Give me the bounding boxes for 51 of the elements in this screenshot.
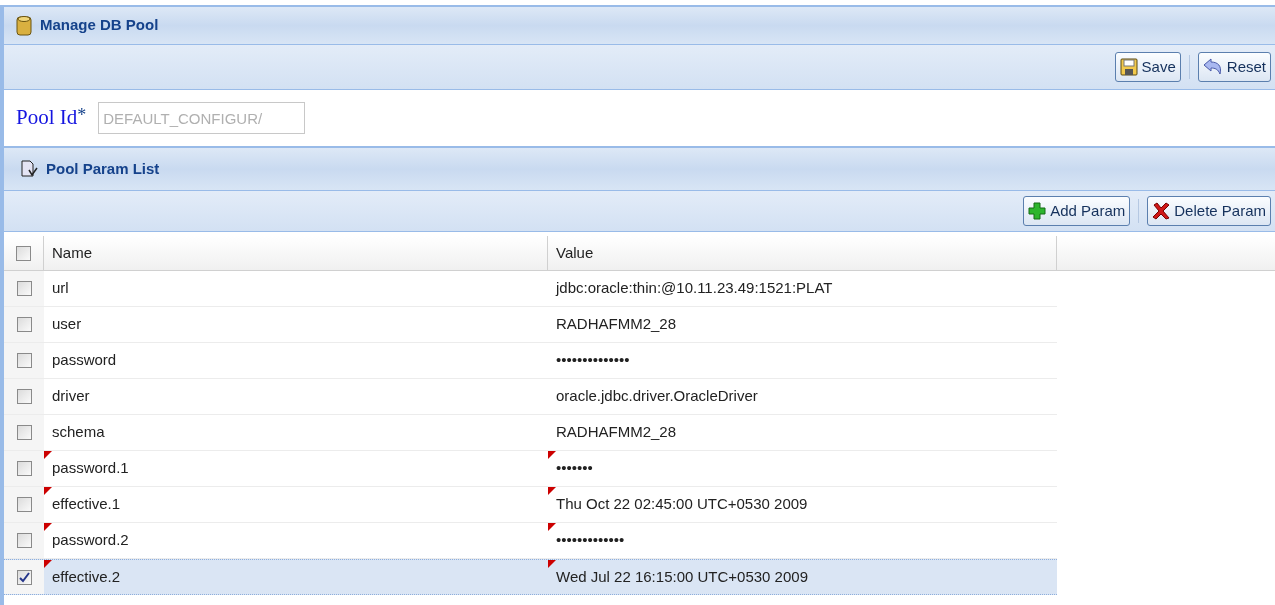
reset-button[interactable]: Reset	[1197, 52, 1271, 82]
section-title: Pool Param List	[46, 158, 160, 179]
table-row[interactable]: password.1 •••••••	[4, 451, 1057, 487]
name-cell-text: driver	[52, 386, 90, 407]
value-cell-text: ••••••••••••••	[556, 350, 630, 371]
pool-id-label: Pool Id*	[16, 104, 87, 132]
value-cell-text: jdbc:oracle:thin:@10.11.23.49:1521:PLAT	[556, 278, 833, 299]
table-row[interactable]: user RADHAFMM2_28	[4, 307, 1057, 343]
add-button[interactable]: Add Param	[1023, 196, 1131, 226]
table-row[interactable]: effective.2 Wed Jul 22 16:15:00 UTC+0530 2009	[4, 559, 1057, 595]
undo-arrow-icon	[1202, 58, 1223, 76]
name-cell-text: password.2	[52, 530, 129, 551]
document-arrow-icon	[20, 160, 38, 178]
table-row[interactable]: password.2 •••••••••••••	[4, 523, 1057, 559]
column-header[interactable]: Name	[44, 236, 548, 270]
cross-icon	[1152, 202, 1171, 220]
value-cell-text: RADHAFMM2_28	[556, 422, 677, 443]
table-row[interactable]: effective.1 Thu Oct 22 02:45:00 UTC+0530 2009	[4, 487, 1057, 523]
name-cell-text: effective.2	[52, 566, 121, 587]
row-checkbox[interactable]	[16, 245, 31, 261]
name-cell-text: schema	[52, 422, 105, 443]
row-checkbox[interactable]	[16, 317, 32, 332]
delete-button[interactable]: Delete Param	[1147, 196, 1271, 226]
row-checkbox[interactable]	[16, 281, 32, 296]
value-cell-text: RADHAFMM2_28	[556, 314, 677, 335]
row-checkbox[interactable]	[16, 461, 32, 476]
row-checkbox[interactable]	[16, 389, 32, 404]
value-cell-text: •••••••••••••	[556, 530, 625, 551]
plus-icon	[1028, 202, 1047, 220]
name-cell-text: effective.1	[52, 494, 121, 515]
value-cell-text: Wed Jul 22 16:15:00 UTC+0530 2009	[556, 566, 808, 587]
name-cell-text: user	[52, 314, 82, 335]
database-icon	[16, 14, 32, 37]
row-checkbox[interactable]	[16, 533, 32, 548]
value-cell-text: Thu Oct 22 02:45:00 UTC+0530 2009	[556, 494, 808, 515]
name-cell-text: url	[52, 278, 69, 299]
name-cell-text: password.1	[52, 458, 129, 479]
row-checkbox[interactable]	[16, 497, 32, 512]
row-checkbox[interactable]	[16, 353, 32, 368]
panel-title: Manage DB Pool	[40, 15, 159, 36]
row-checkbox[interactable]	[16, 425, 32, 440]
row-checkbox[interactable]	[16, 569, 32, 585]
table-row[interactable]: driver oracle.jdbc.driver.OracleDriver	[4, 379, 1057, 415]
name-cell-text: password	[52, 350, 117, 371]
table-row[interactable]: password ••••••••••••••	[4, 343, 1057, 379]
column-header[interactable]: Value	[548, 236, 1057, 270]
table-row[interactable]: url jdbc:oracle:thin:@10.11.23.49:1521:PLAT	[4, 271, 1057, 307]
value-cell-text: •••••••	[556, 458, 593, 479]
save-button[interactable]: Save	[1114, 52, 1181, 82]
value-cell-text: oracle.jdbc.driver.OracleDriver	[556, 386, 758, 407]
table-row[interactable]: schema RADHAFMM2_28	[4, 415, 1057, 451]
